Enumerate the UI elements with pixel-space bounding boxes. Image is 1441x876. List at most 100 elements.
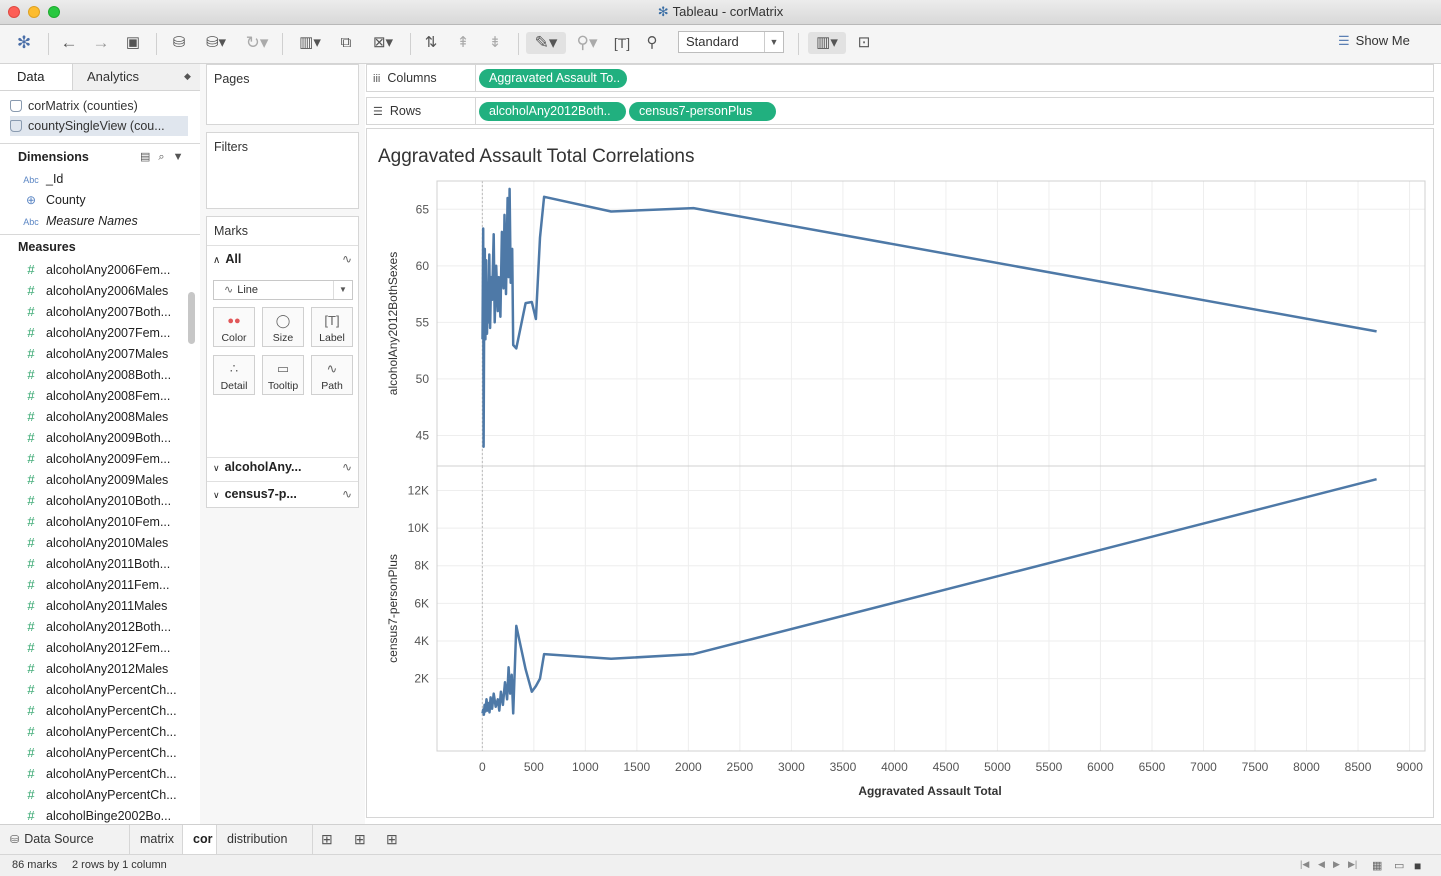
datasource-label: corMatrix (counties) [28, 99, 138, 113]
tab-data[interactable]: Data [0, 64, 73, 90]
toolbar-divider [518, 33, 519, 55]
measure-field[interactable]: # alcoholAnyPercentCh... [0, 721, 185, 742]
tab-matrix[interactable]: matrix [130, 825, 183, 854]
rows-pill[interactable]: alcoholAny2012Both.. [479, 102, 626, 121]
redo-icon[interactable]: → [88, 32, 114, 54]
measure-field[interactable]: # alcoholAny2008Males [0, 406, 185, 427]
measure-field[interactable]: # alcoholAny2009Both... [0, 427, 185, 448]
datasource-label: countySingleView (cou... [28, 119, 165, 133]
label-button[interactable]: [T] Label [311, 307, 353, 347]
measure-field[interactable]: # alcoholAny2010Males [0, 532, 185, 553]
measure-field[interactable]: # alcoholAnyPercentCh... [0, 763, 185, 784]
tab-cor[interactable]: cor [183, 825, 217, 854]
swap-rows-columns-icon[interactable]: ⇅ [418, 32, 444, 54]
marks-sub-row[interactable]: ∨ census7-p... [213, 487, 297, 501]
tab-analytics[interactable]: Analytics [87, 64, 139, 90]
show-tabs-icon[interactable]: ■ [1414, 859, 1421, 873]
mark-type-select[interactable]: ∿ Line ▼ [213, 280, 353, 300]
columns-shelf[interactable]: iii Columns Aggravated Assault To.. [366, 64, 1434, 92]
presentation-mode-icon[interactable]: ⊡ [852, 32, 876, 54]
show-mark-labels-icon[interactable]: [T] [610, 32, 634, 54]
pane-menu-icon[interactable]: ◆ [184, 71, 191, 82]
measure-field[interactable]: # alcoholAny2008Both... [0, 364, 185, 385]
highlight-icon[interactable]: ✎▾ [526, 32, 566, 54]
path-button[interactable]: ∿ Path [311, 355, 353, 395]
rows-pill[interactable]: census7-personPlus [629, 102, 776, 121]
measure-field[interactable]: # alcoholAnyPercentCh... [0, 784, 185, 805]
measure-field[interactable]: # alcoholAnyPercentCh... [0, 700, 185, 721]
rows-shelf[interactable]: ☰ Rows alcoholAny2012Both.. census7-perso… [366, 97, 1434, 125]
new-worksheet-icon[interactable]: ▥▾ [292, 32, 328, 54]
scrollbar-thumb[interactable] [188, 292, 195, 344]
fit-select[interactable]: Standard ▼ [678, 31, 784, 53]
refresh-icon[interactable]: ↻▾ [240, 32, 274, 54]
measure-field[interactable]: # alcoholAny2011Males [0, 595, 185, 616]
dimension-field[interactable]: ⊕ County [0, 190, 185, 211]
measure-field[interactable]: # alcoholAny2008Fem... [0, 385, 185, 406]
field-label: alcoholAnyPercentCh... [46, 788, 177, 802]
title-bar: ✻ Tableau - corMatrix [0, 0, 1441, 25]
x-tick-label: 2500 [727, 760, 754, 774]
tab-data-source[interactable]: ⛁ Data Source [0, 825, 130, 854]
detail-button[interactable]: ∴ Detail [213, 355, 255, 395]
tableau-start-icon[interactable]: ✻ [12, 32, 36, 54]
last-sheet-icon[interactable]: ▶| [1348, 859, 1357, 870]
dimension-field[interactable]: Abc _Id [0, 169, 185, 190]
color-button[interactable]: ●● Color [213, 307, 255, 347]
new-worksheet-icon[interactable]: ⊞ [321, 831, 333, 848]
measure-field[interactable]: # alcoholAny2009Males [0, 469, 185, 490]
datasource-item[interactable]: corMatrix (counties) [10, 96, 188, 116]
measure-field[interactable]: # alcoholAny2012Fem... [0, 637, 185, 658]
new-datasource-icon[interactable]: ⛁ [166, 32, 192, 54]
measure-field[interactable]: # alcoholAny2012Both... [0, 616, 185, 637]
measure-field[interactable]: # alcoholAny2007Fem... [0, 322, 185, 343]
pause-updates-icon[interactable]: ⛁▾ [196, 32, 236, 54]
measure-field[interactable]: # alcoholAny2010Fem... [0, 511, 185, 532]
tooltip-button[interactable]: ▭ Tooltip [262, 355, 304, 395]
columns-pill[interactable]: Aggravated Assault To.. [479, 69, 627, 88]
new-story-icon[interactable]: ⊞ [386, 831, 398, 848]
measure-field[interactable]: # alcoholAny2006Fem... [0, 259, 185, 280]
marks-all-row[interactable]: ∧ All [213, 252, 241, 266]
window-title: ✻ Tableau - corMatrix [0, 4, 1441, 20]
view-list-icon[interactable]: ▤ [140, 151, 158, 163]
measure-field[interactable]: # alcoholBinge2002Bo... [0, 805, 185, 824]
show-filmstrip-icon[interactable]: ▭ [1394, 859, 1404, 872]
fix-axes-icon[interactable]: ⚲ [640, 32, 664, 54]
measure-field[interactable]: # alcoholAny2006Males [0, 280, 185, 301]
save-icon[interactable]: ▣ [120, 32, 146, 54]
chevron-down-icon[interactable]: ▼ [173, 151, 192, 163]
measure-field[interactable]: # alcoholAny2010Both... [0, 490, 185, 511]
show-sheet-sorter-icon[interactable]: ▦ [1372, 859, 1382, 872]
sort-ascending-icon[interactable]: ⇞ [450, 32, 476, 54]
datasource-item-selected[interactable]: countySingleView (cou... [10, 116, 188, 136]
filters-card[interactable]: Filters [206, 132, 359, 209]
show-cards-icon[interactable]: ▥▾ [808, 32, 846, 54]
measure-field[interactable]: # alcoholAny2009Fem... [0, 448, 185, 469]
measure-field[interactable]: # alcoholAny2011Fem... [0, 574, 185, 595]
size-button[interactable]: ◯ Size [262, 307, 304, 347]
measure-field[interactable]: # alcoholAny2007Both... [0, 301, 185, 322]
marks-sub-row[interactable]: ∨ alcoholAny... [213, 460, 301, 474]
first-sheet-icon[interactable]: |◀ [1300, 859, 1309, 870]
tab-distribution[interactable]: distribution [217, 825, 313, 854]
prev-sheet-icon[interactable]: ◀ [1318, 859, 1325, 870]
undo-icon[interactable]: ← [56, 32, 82, 54]
search-icon[interactable]: ⌕ [158, 151, 172, 163]
duplicate-sheet-icon[interactable]: ⧉ [334, 32, 358, 54]
toolbar-divider [410, 33, 411, 55]
clear-sheet-icon[interactable]: ⊠▾ [364, 32, 402, 54]
window-title-text: Tableau - corMatrix [672, 4, 784, 19]
sort-descending-icon[interactable]: ⇟ [482, 32, 508, 54]
measure-field[interactable]: # alcoholAny2011Both... [0, 553, 185, 574]
new-dashboard-icon[interactable]: ⊞ [354, 831, 366, 848]
measure-field[interactable]: # alcoholAny2012Males [0, 658, 185, 679]
show-me-button[interactable]: ☰ Show Me [1338, 33, 1410, 49]
group-members-icon[interactable]: ⚲▾ [570, 32, 604, 54]
next-sheet-icon[interactable]: ▶ [1333, 859, 1340, 870]
measure-field[interactable]: # alcoholAnyPercentCh... [0, 679, 185, 700]
measure-field[interactable]: # alcoholAny2007Males [0, 343, 185, 364]
pages-card[interactable]: Pages [206, 64, 359, 125]
measure-field[interactable]: # alcoholAnyPercentCh... [0, 742, 185, 763]
dimension-field[interactable]: Abc Measure Names [0, 211, 185, 232]
